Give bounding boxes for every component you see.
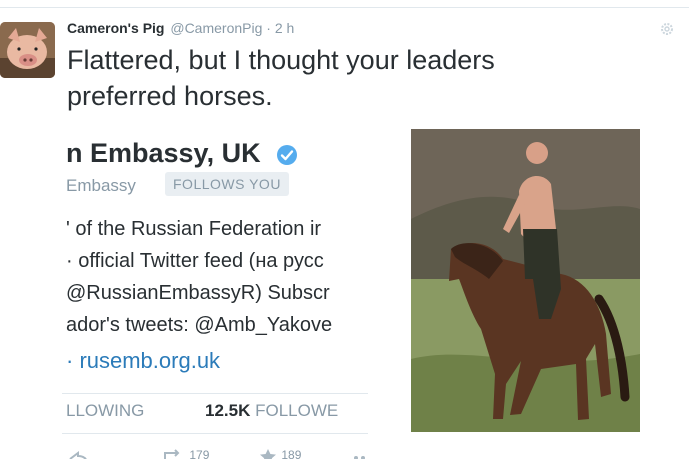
tweet-media: n Embassy, UK Embassy FOLLOWS YOU ' of t… <box>0 121 689 459</box>
horse-rider-image <box>411 129 640 432</box>
separator-dot: · <box>266 20 271 36</box>
card-followers-stat: 12.5K FOLLOWE <box>205 401 338 421</box>
pig-avatar-image <box>0 22 55 78</box>
favorite-icon <box>260 449 276 459</box>
card-following-label: LLOWING <box>66 401 145 420</box>
follows-you-badge: FOLLOWS YOU <box>165 172 289 196</box>
horse-rider-photo[interactable] <box>411 129 640 432</box>
card-bio: ' of the Russian Federation ir · officia… <box>66 213 332 341</box>
retweet-count: 179 <box>189 448 210 459</box>
reply-icon <box>69 450 87 459</box>
profile-card-image[interactable]: n Embassy, UK Embassy FOLLOWS YOU ' of t… <box>62 121 368 459</box>
verified-icon <box>277 144 298 165</box>
card-reply-action <box>66 448 88 459</box>
card-bottom-divider <box>62 433 368 434</box>
retweet-icon <box>164 449 180 459</box>
card-bio-line-1: ' of the Russian Federation ir <box>66 218 322 240</box>
user-handle[interactable]: @CameronPig <box>170 20 262 36</box>
card-bio-line-2: · official Twitter feed (на русс <box>66 250 324 272</box>
timestamp[interactable]: 2 h <box>275 20 294 36</box>
card-more-action <box>352 448 368 459</box>
card-bio-line-4: ador's tweets: @Amb_Yakove <box>66 314 333 336</box>
tweet-text-line-1: Flattered, but I thought your leaders <box>67 45 495 75</box>
card-handle: Embassy <box>66 176 136 195</box>
card-favorite-action: 189 <box>258 448 301 459</box>
card-bio-line-3: @RussianEmbassyR) Subscr <box>66 282 330 304</box>
card-name-text: n Embassy, UK <box>66 138 261 168</box>
tweet-text-line-2: preferred horses. <box>67 81 273 111</box>
settings-icon[interactable] <box>660 22 674 36</box>
top-divider <box>0 7 689 8</box>
tweet-text: Flattered, but I thought your leaders pr… <box>67 42 627 114</box>
display-name[interactable]: Cameron's Pig <box>67 20 164 36</box>
card-followers-label: FOLLOWE <box>255 401 339 420</box>
avatar[interactable] <box>0 22 55 78</box>
card-followers-count: 12.5K <box>205 401 251 420</box>
card-retweet-action: 179 <box>162 448 209 459</box>
tweet-header: Cameron's Pig @CameronPig · 2 h <box>67 20 294 36</box>
card-divider <box>62 393 368 394</box>
card-website-link: · rusemb.org.uk <box>66 348 221 373</box>
card-profile-name: n Embassy, UK <box>66 138 298 169</box>
favorite-count: 189 <box>281 448 302 459</box>
more-icon <box>354 455 365 459</box>
